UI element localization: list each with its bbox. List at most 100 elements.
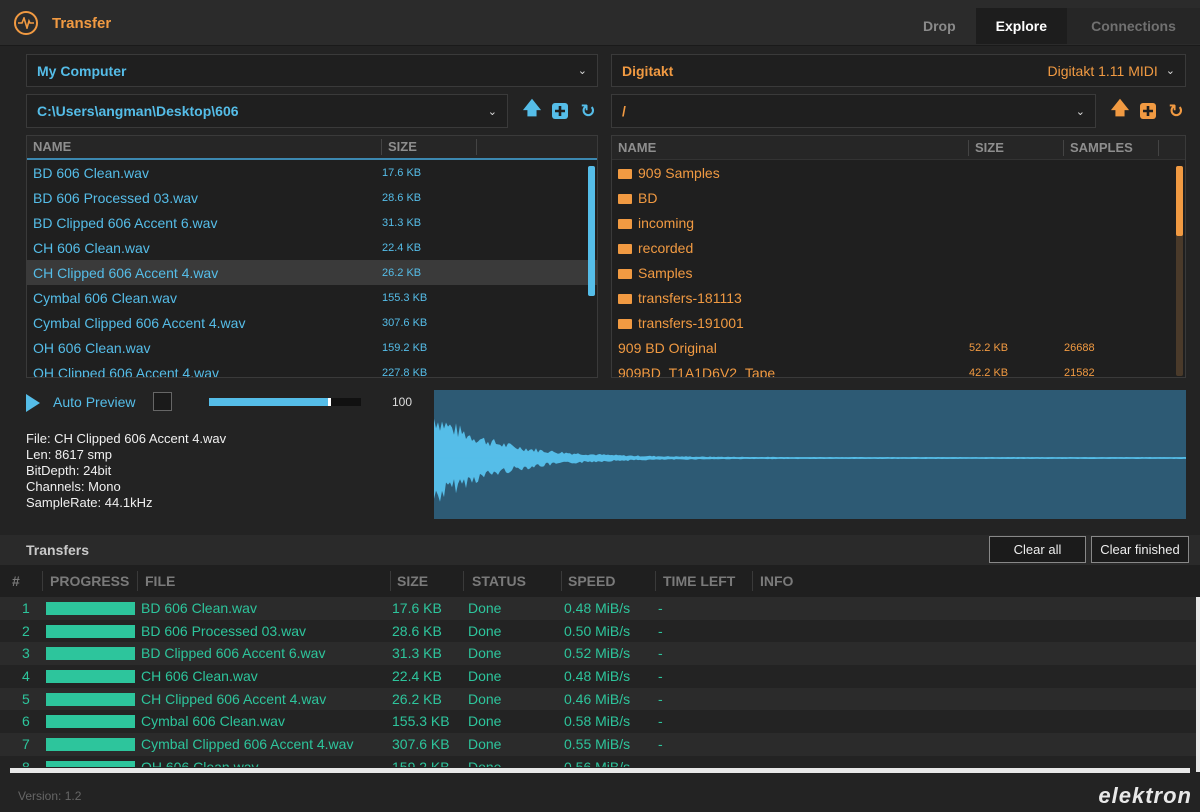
- folder-item[interactable]: transfers-191001: [612, 310, 1185, 335]
- table-row[interactable]: 1 BD 606 Clean.wav 17.6 KB Done 0.48 MiB/s -: [0, 597, 1200, 620]
- up-arrow-icon[interactable]: 🡅: [522, 98, 542, 121]
- column-size[interactable]: SIZE: [382, 139, 477, 155]
- row-size: 155.3 KB: [392, 713, 450, 730]
- title-bar: Transfer Drop Explore Connections: [0, 0, 1200, 46]
- folder-icon: [618, 193, 632, 204]
- refresh-icon[interactable]: ↻: [1166, 101, 1186, 121]
- row-num: 1: [22, 600, 30, 616]
- list-item[interactable]: BD 606 Processed 03.wav 28.6 KB: [27, 185, 597, 210]
- folder-item[interactable]: BD: [612, 185, 1185, 210]
- waveform-display[interactable]: [434, 390, 1186, 519]
- table-row[interactable]: 3 BD Clipped 606 Accent 6.wav 31.3 KB Done 0…: [0, 642, 1200, 666]
- progress-bar: [46, 602, 135, 615]
- table-row[interactable]: 7 Cymbal Clipped 606 Accent 4.wav 307.6 KB…: [0, 733, 1200, 756]
- file-name: OH 606 Clean.wav: [33, 339, 151, 356]
- list-item[interactable]: CH 606 Clean.wav 22.4 KB: [27, 235, 597, 260]
- column-name[interactable]: NAME: [27, 139, 382, 155]
- vertical-scrollbar[interactable]: [1196, 597, 1200, 772]
- file-size: 155.3 KB: [382, 291, 428, 304]
- scrollbar-thumb[interactable]: [1176, 166, 1183, 236]
- transfers-header: Transfers Clear all Clear finished: [0, 535, 1200, 565]
- chevron-down-icon: ⌄: [1165, 65, 1175, 77]
- column-name[interactable]: NAME: [612, 139, 969, 156]
- row-time-left: -: [658, 645, 663, 662]
- computer-path-select[interactable]: C:\Users\angman\Desktop\606 ⌄: [26, 94, 508, 128]
- folder-item[interactable]: Samples: [612, 260, 1185, 285]
- list-item[interactable]: BD 606 Clean.wav 17.6 KB: [27, 160, 597, 185]
- column-samples[interactable]: SAMPLES: [1064, 139, 1159, 156]
- volume-handle[interactable]: [327, 398, 331, 406]
- device-path: /: [622, 103, 626, 119]
- computer-path: C:\Users\angman\Desktop\606: [37, 103, 239, 119]
- row-speed: 0.55 MiB/s: [564, 736, 631, 753]
- column-separator: [390, 571, 391, 591]
- column-progress[interactable]: PROGRESS: [50, 573, 129, 589]
- list-item[interactable]: Cymbal 606 Clean.wav 155.3 KB: [27, 285, 597, 310]
- folder-item[interactable]: incoming: [612, 210, 1185, 235]
- row-time-left: -: [658, 713, 663, 730]
- tab-drop[interactable]: Drop: [903, 8, 976, 44]
- folder-name: Samples: [638, 264, 693, 281]
- list-item[interactable]: BD Clipped 606 Accent 6.wav 31.3 KB: [27, 210, 597, 235]
- info-bitdepth: BitDepth: 24bit: [26, 463, 112, 478]
- column-separator: [137, 571, 138, 591]
- device-version: Digitakt 1.11 MIDI: [1047, 62, 1158, 79]
- up-arrow-icon[interactable]: 🡅: [1110, 98, 1130, 121]
- column-file[interactable]: FILE: [145, 573, 175, 589]
- column-size[interactable]: SIZE: [969, 139, 1064, 156]
- list-item[interactable]: OH Clipped 606 Accent 4.wav 227.8 KB: [27, 360, 597, 378]
- device-select[interactable]: Digitakt Digitakt 1.11 MIDI ⌄: [611, 54, 1186, 87]
- file-size: 159.2 KB: [382, 341, 428, 354]
- scrollbar-thumb[interactable]: [588, 166, 595, 296]
- file-size: 26.2 KB: [382, 266, 422, 279]
- row-file: BD 606 Clean.wav: [141, 600, 257, 616]
- column-status[interactable]: STATUS: [472, 573, 526, 589]
- tab-explore[interactable]: Explore: [975, 8, 1067, 44]
- row-speed: 0.58 MiB/s: [564, 713, 631, 730]
- tab-connections[interactable]: Connections: [1067, 8, 1200, 44]
- table-row[interactable]: 8 OH 606 Clean.wav 159.2 KB Done 0.56 MiB/s -: [0, 755, 1200, 767]
- column-size[interactable]: SIZE: [397, 573, 428, 589]
- list-item[interactable]: Cymbal Clipped 606 Accent 4.wav 307.6 KB: [27, 310, 597, 335]
- horizontal-scrollbar[interactable]: [10, 768, 1190, 773]
- file-name: Cymbal 606 Clean.wav: [33, 289, 177, 306]
- list-item[interactable]: OH 606 Clean.wav 159.2 KB: [27, 335, 597, 360]
- play-icon[interactable]: [26, 394, 40, 412]
- folder-name: BD: [638, 189, 658, 206]
- row-status: Done: [468, 622, 502, 639]
- progress-bar: [46, 647, 135, 661]
- folder-icon: [618, 168, 632, 179]
- device-path-select[interactable]: / ⌄: [611, 94, 1096, 128]
- list-item[interactable]: 909 BD Original 52.2 KB 26688: [612, 335, 1185, 360]
- list-item[interactable]: 909BD_T1A1D6V2_Tape 42.2 KB 21582: [612, 360, 1185, 378]
- table-row[interactable]: 4 CH 606 Clean.wav 22.4 KB Done 0.48 MiB/s -: [0, 665, 1200, 688]
- folder-item[interactable]: recorded: [612, 235, 1185, 260]
- column-separator: [463, 571, 464, 591]
- list-item-selected[interactable]: CH Clipped 606 Accent 4.wav 26.2 KB: [27, 260, 597, 285]
- sample-size: 42.2 KB: [969, 366, 1009, 378]
- column-time-left[interactable]: TIME LEFT: [663, 573, 735, 589]
- row-status: Done: [468, 668, 502, 685]
- computer-device-name: My Computer: [37, 62, 127, 79]
- folder-item[interactable]: transfers-181113: [612, 285, 1185, 310]
- new-folder-icon[interactable]: [550, 101, 570, 121]
- volume-slider[interactable]: [209, 398, 361, 406]
- table-row[interactable]: 6 Cymbal 606 Clean.wav 155.3 KB Done 0.58 Mi…: [0, 710, 1200, 734]
- refresh-icon[interactable]: ↻: [578, 101, 598, 121]
- info-samplerate: SampleRate: 44.1kHz: [26, 495, 153, 510]
- table-row[interactable]: 5 CH Clipped 606 Accent 4.wav 26.2 KB Done 0…: [0, 687, 1200, 711]
- clear-finished-button[interactable]: Clear finished: [1091, 536, 1189, 563]
- computer-device-select[interactable]: My Computer ⌄: [26, 54, 598, 87]
- folder-item[interactable]: 909 Samples: [612, 160, 1185, 185]
- column-info[interactable]: INFO: [760, 573, 793, 589]
- row-size: 28.6 KB: [392, 622, 442, 639]
- row-file: CH 606 Clean.wav: [141, 668, 258, 685]
- elektron-logo: elektron: [1098, 783, 1192, 808]
- table-row[interactable]: 2 BD 606 Processed 03.wav 28.6 KB Done 0.50 …: [0, 619, 1200, 643]
- column-speed[interactable]: SPEED: [568, 573, 615, 589]
- clear-all-button[interactable]: Clear all: [989, 536, 1086, 563]
- column-num[interactable]: #: [12, 573, 20, 589]
- auto-preview-checkbox[interactable]: [153, 392, 172, 411]
- computer-file-list: NAME SIZE BD 606 Clean.wav 17.6 KB BD 606…: [26, 135, 598, 378]
- new-folder-icon[interactable]: [1138, 101, 1158, 121]
